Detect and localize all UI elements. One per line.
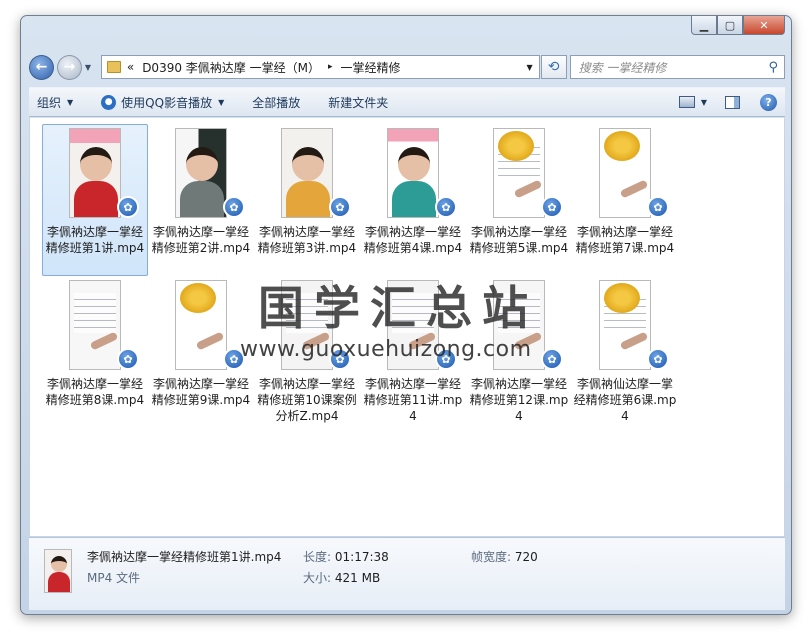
- frame-width-label: 帧宽度:: [471, 550, 512, 564]
- back-button[interactable]: ←: [29, 54, 54, 80]
- breadcrumb-segment-current[interactable]: 一掌经精修: [340, 59, 400, 76]
- maximize-button[interactable]: ▢: [717, 16, 743, 35]
- play-with-qq-label: 使用QQ影音播放: [121, 95, 213, 110]
- qq-player-icon: ●: [101, 94, 117, 110]
- change-view-icon[interactable]: [678, 96, 695, 108]
- minimize-icon: ▁: [699, 18, 709, 32]
- length-value: 01:17:38: [334, 550, 389, 564]
- size-value: 421 MB: [334, 571, 381, 585]
- address-bar[interactable]: « D0390 李佩衲达摩 一掌经（M） ▸ 一掌经精修 ▼: [100, 55, 540, 79]
- file-name: 李佩衲达摩一掌经精修班第12课.mp4: [469, 377, 569, 423]
- video-thumbnail: [69, 280, 121, 370]
- breadcrumb-separator-icon[interactable]: ▸: [328, 62, 333, 72]
- play-with-qq-button[interactable]: ● 使用QQ影音播放 ▼: [101, 94, 224, 111]
- address-dropdown-icon[interactable]: ▼: [526, 63, 532, 72]
- qq-player-icon: ✿: [329, 196, 351, 218]
- file-item[interactable]: ✿ 李佩衲达摩一掌经精修班第4课.mp4: [360, 124, 466, 276]
- file-name: 李佩衲达摩一掌经精修班第7课.mp4: [575, 225, 675, 255]
- video-thumbnail: [493, 128, 545, 218]
- toolbar-right: ▼ ?: [678, 93, 777, 111]
- qq-player-icon: ✿: [647, 348, 669, 370]
- help-icon[interactable]: ?: [760, 93, 777, 111]
- qq-player-icon: ✿: [223, 196, 245, 218]
- size-label: 大小:: [303, 571, 332, 585]
- video-thumbnail: [175, 128, 227, 218]
- video-thumbnail: [599, 128, 651, 218]
- address-overflow[interactable]: «: [127, 60, 134, 74]
- minimize-button[interactable]: ▁: [691, 16, 717, 35]
- file-item[interactable]: ✿ 李佩衲达摩一掌经精修班第5课.mp4: [466, 124, 572, 276]
- recent-pages-dropdown[interactable]: ▼: [85, 63, 95, 72]
- details-frame-width: 帧宽度: 720: [471, 548, 538, 565]
- video-thumbnail: [387, 128, 439, 218]
- maximize-icon: ▢: [724, 18, 736, 32]
- search-input[interactable]: 搜索 一掌经精修 ⚲: [569, 55, 785, 79]
- play-all-button[interactable]: 全部播放: [252, 94, 300, 111]
- details-file-name: 李佩衲达摩一掌经精修班第1讲.mp4: [87, 550, 282, 564]
- length-label: 长度:: [303, 550, 332, 564]
- qq-player-icon: ✿: [541, 348, 563, 370]
- details-length: 长度: 01:17:38: [303, 548, 389, 565]
- qq-player-icon: ✿: [117, 348, 139, 370]
- new-folder-label: 新建文件夹: [328, 95, 389, 110]
- breadcrumb-segment-parent[interactable]: D0390 李佩衲达摩 一掌经（M）: [142, 59, 320, 76]
- window-controls: ▁ ▢ ✕: [691, 16, 785, 35]
- details-pane: 李佩衲达摩一掌经精修班第1讲.mp4 MP4 文件 长度: 01:17:38 大…: [29, 537, 785, 610]
- video-thumbnail: [69, 128, 121, 218]
- file-name: 李佩衲达摩一掌经精修班第4课.mp4: [363, 225, 463, 255]
- forward-arrow-icon: →: [63, 59, 76, 75]
- search-icon[interactable]: ⚲: [768, 60, 778, 75]
- close-icon: ✕: [759, 18, 769, 32]
- file-name: 李佩衲达摩一掌经精修班第5课.mp4: [469, 225, 569, 255]
- file-name: 李佩衲达摩一掌经精修班第2讲.mp4: [151, 225, 251, 255]
- preview-pane-icon[interactable]: [725, 95, 740, 109]
- new-folder-button[interactable]: 新建文件夹: [328, 94, 388, 111]
- file-item[interactable]: ✿ 李佩衲仙达摩一掌经精修班第6课.mp4: [572, 276, 678, 428]
- organize-menu[interactable]: 组织 ▼: [37, 94, 73, 111]
- navigation-bar: ← → ▼ « D0390 李佩衲达摩 一掌经（M） ▸ 一掌经精修 ▼ ⟲ 搜…: [29, 53, 785, 81]
- file-item[interactable]: ✿ 李佩衲达摩一掌经精修班第1讲.mp4: [42, 124, 148, 276]
- back-arrow-icon: ←: [35, 59, 48, 75]
- qq-player-icon: ✿: [435, 196, 457, 218]
- search-placeholder: 搜索 一掌经精修: [578, 60, 667, 75]
- chevron-down-icon: ▼: [218, 97, 225, 107]
- file-name: 李佩衲达摩一掌经精修班第8课.mp4: [45, 377, 145, 407]
- video-thumbnail: [281, 128, 333, 218]
- file-name: 李佩衲达摩一掌经精修班第3讲.mp4: [257, 225, 357, 255]
- refresh-icon: ⟲: [547, 59, 560, 75]
- command-bar: 组织 ▼ ● 使用QQ影音播放 ▼ 全部播放 新建文件夹 ▼ ?: [29, 87, 785, 117]
- qq-player-icon: ✿: [117, 196, 139, 218]
- video-thumbnail: [599, 280, 651, 370]
- folder-icon: [106, 61, 121, 73]
- view-options-dropdown-icon[interactable]: ▼: [701, 98, 707, 107]
- file-item[interactable]: ✿ 李佩衲达摩一掌经精修班第8课.mp4: [42, 276, 148, 428]
- watermark-url: www.guoxuehuizong.com: [240, 337, 532, 362]
- organize-label: 组织: [37, 95, 62, 110]
- details-thumbnail: [44, 549, 72, 593]
- chevron-down-icon: ▼: [84, 62, 92, 72]
- details-file-type: MP4 文件: [87, 571, 141, 585]
- file-item[interactable]: ✿ 李佩衲达摩一掌经精修班第9课.mp4: [148, 276, 254, 428]
- forward-button[interactable]: →: [56, 54, 82, 80]
- file-item[interactable]: ✿ 李佩衲达摩一掌经精修班第2讲.mp4: [148, 124, 254, 276]
- watermark-title: 国学汇总站: [258, 281, 538, 335]
- qq-player-icon: ✿: [541, 196, 563, 218]
- file-name: 李佩衲达摩一掌经精修班第9课.mp4: [151, 377, 251, 407]
- chevron-down-icon: ▼: [67, 97, 74, 107]
- file-item[interactable]: ✿ 李佩衲达摩一掌经精修班第3讲.mp4: [254, 124, 360, 276]
- qq-player-icon: ✿: [647, 196, 669, 218]
- file-item[interactable]: ✿ 李佩衲达摩一掌经精修班第7课.mp4: [572, 124, 678, 276]
- details-size: 大小: 421 MB: [303, 569, 380, 586]
- frame-width-value: 720: [514, 550, 538, 564]
- video-thumbnail: [175, 280, 227, 370]
- file-name: 李佩衲达摩一掌经精修班第1讲.mp4: [45, 225, 145, 255]
- play-all-label: 全部播放: [252, 95, 301, 110]
- file-name: 李佩衲达摩一掌经精修班第10课案例分析Z.mp4: [257, 377, 357, 423]
- file-name: 李佩衲仙达摩一掌经精修班第6课.mp4: [573, 377, 677, 423]
- file-name: 李佩衲达摩一掌经精修班第11讲.mp4: [363, 377, 463, 423]
- close-button[interactable]: ✕: [743, 16, 785, 35]
- refresh-button[interactable]: ⟲: [540, 55, 567, 79]
